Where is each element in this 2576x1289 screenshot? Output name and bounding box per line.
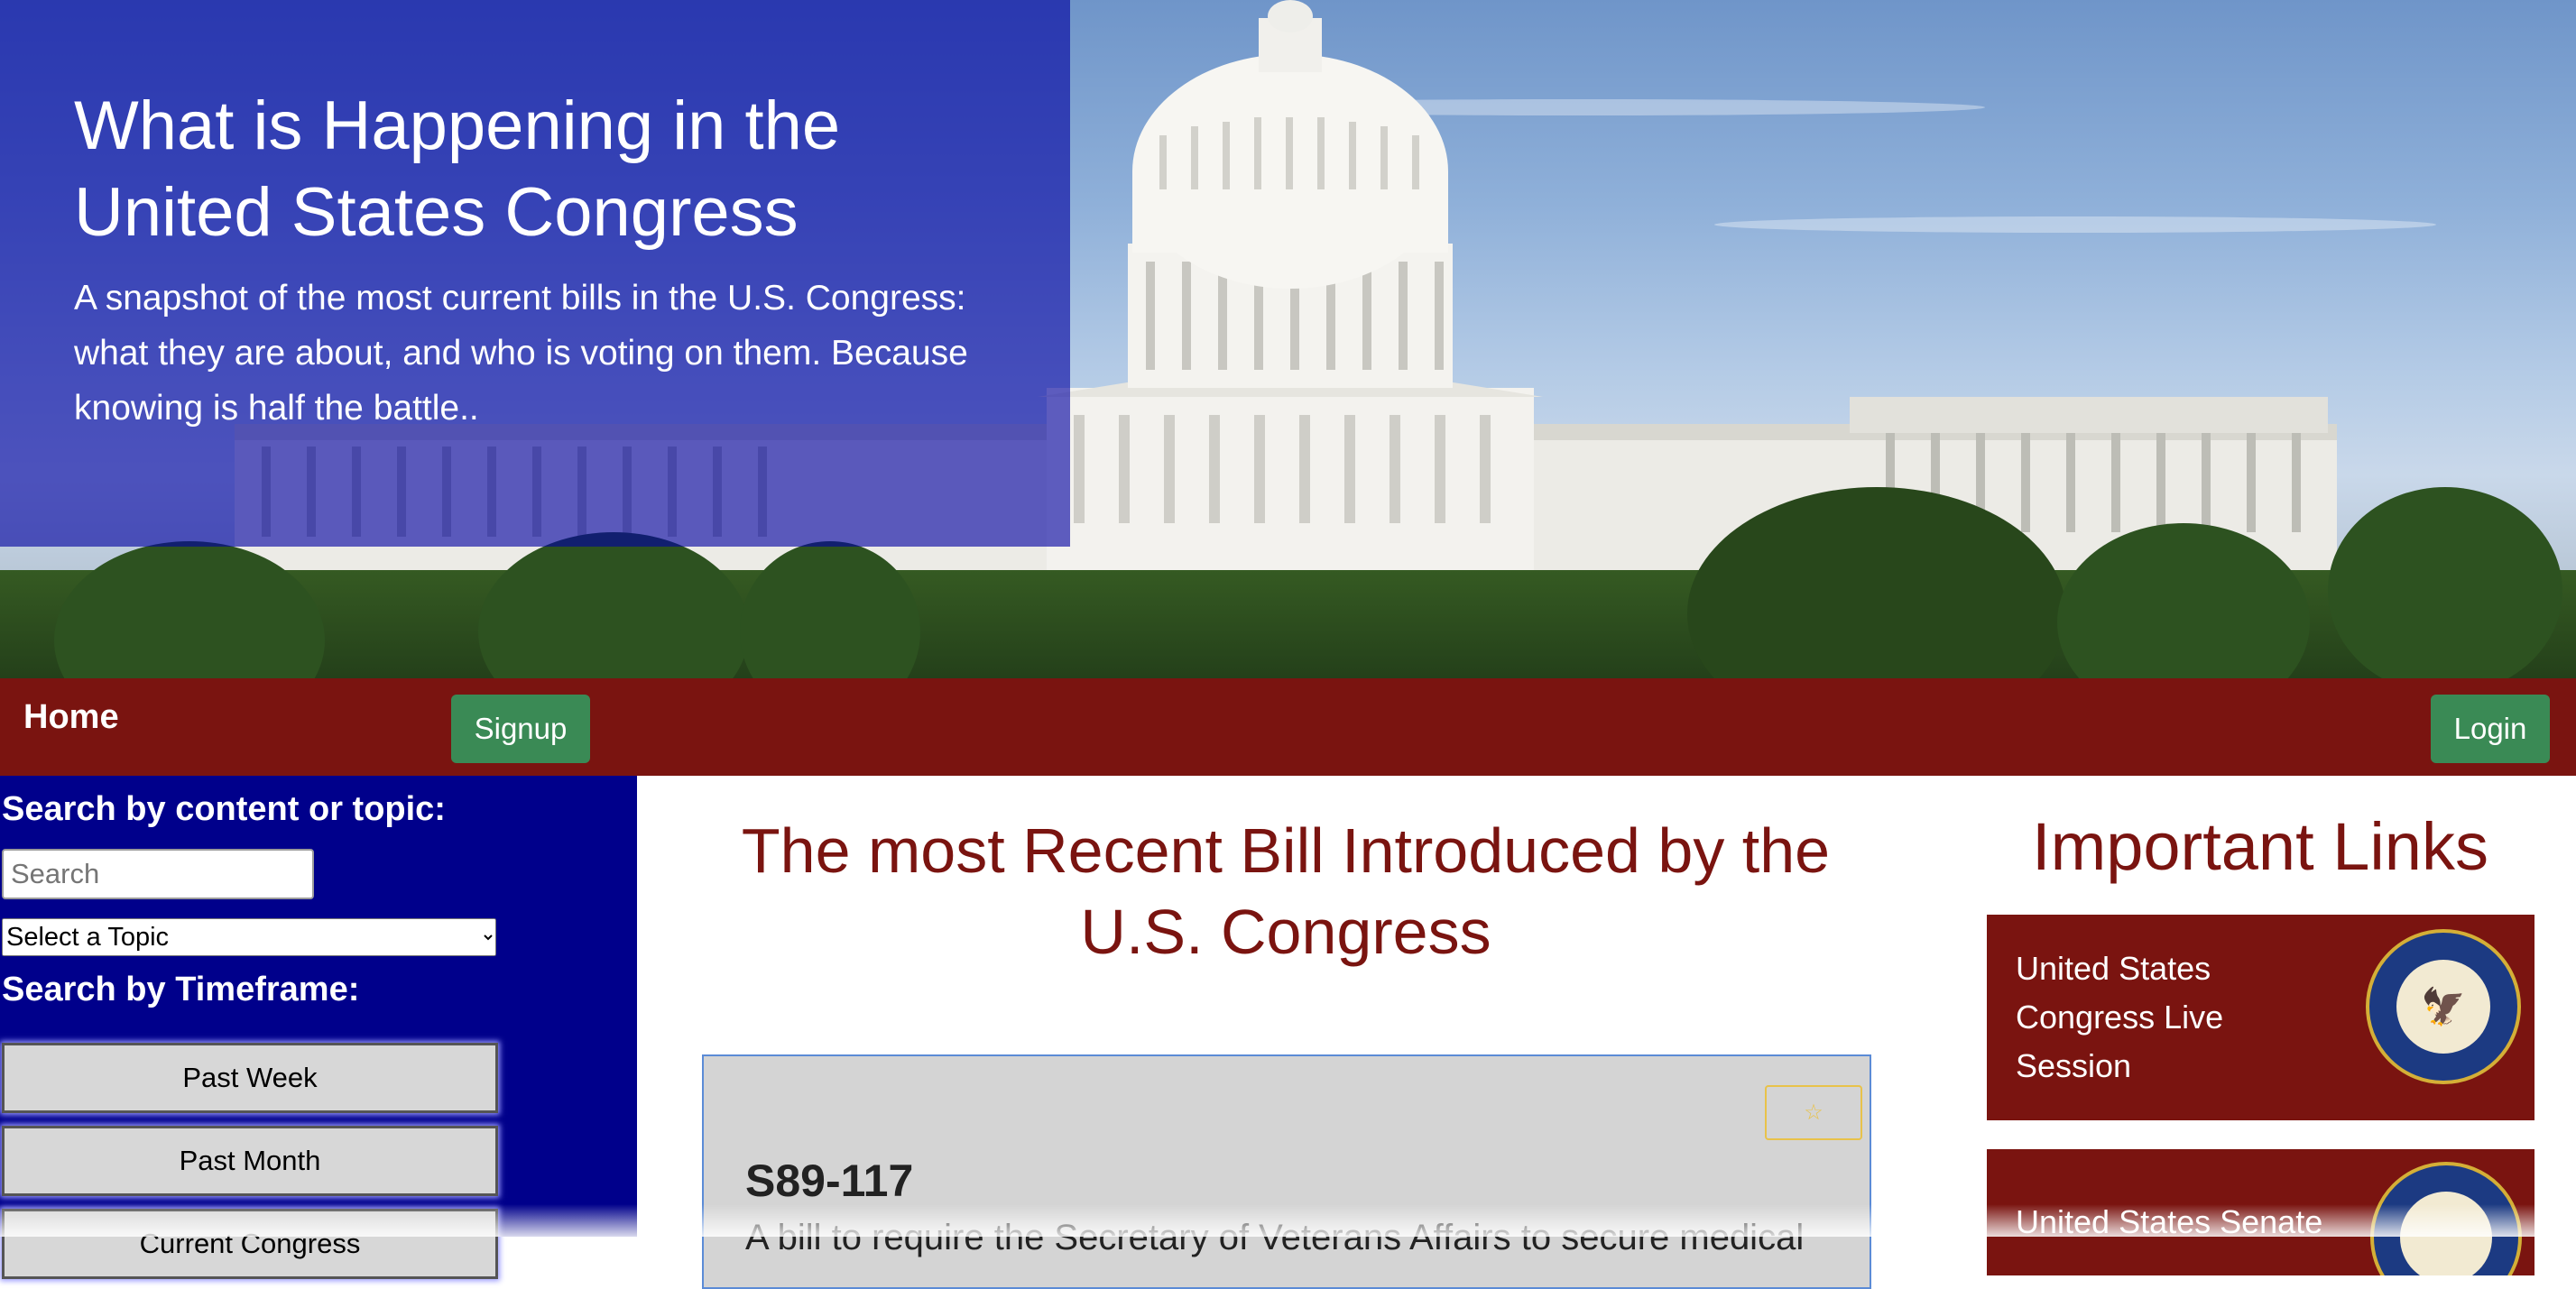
link-card-congress-live[interactable]: United States Congress Live Session 🦅 xyxy=(1987,915,2534,1120)
past-month-button[interactable]: Past Month xyxy=(2,1126,498,1196)
favorite-button[interactable]: ☆ xyxy=(1765,1085,1862,1140)
hero-title: What is Happening in the United States C… xyxy=(74,87,841,251)
search-input[interactable] xyxy=(2,849,314,899)
us-house-seal-icon: 🦅 xyxy=(2366,929,2521,1084)
links-title: Important Links xyxy=(2032,809,2488,884)
login-button[interactable]: Login xyxy=(2431,695,2550,763)
navbar: Home Signup Login xyxy=(0,678,2576,776)
eagle-icon: 🦅 xyxy=(2421,986,2466,1028)
scroll-fade xyxy=(0,1204,2576,1237)
timeframe-heading: Search by Timeframe: xyxy=(2,971,360,1008)
past-week-button[interactable]: Past Week xyxy=(2,1043,498,1113)
bill-id: S89-117 xyxy=(745,1155,914,1206)
topic-select[interactable]: Select a Topic xyxy=(2,918,496,956)
link-label: United States Congress Live Session xyxy=(2016,950,2224,1084)
search-heading: Search by content or topic: xyxy=(2,790,446,828)
star-icon: ☆ xyxy=(1804,1100,1824,1125)
main-title: The most Recent Bill Introduced by the U… xyxy=(741,815,1831,967)
signup-button[interactable]: Signup xyxy=(451,695,590,763)
hero-banner: What is Happening in the United States C… xyxy=(0,0,2576,678)
home-link[interactable]: Home xyxy=(23,698,119,737)
hero-subtitle: A snapshot of the most current bills in … xyxy=(74,279,968,428)
